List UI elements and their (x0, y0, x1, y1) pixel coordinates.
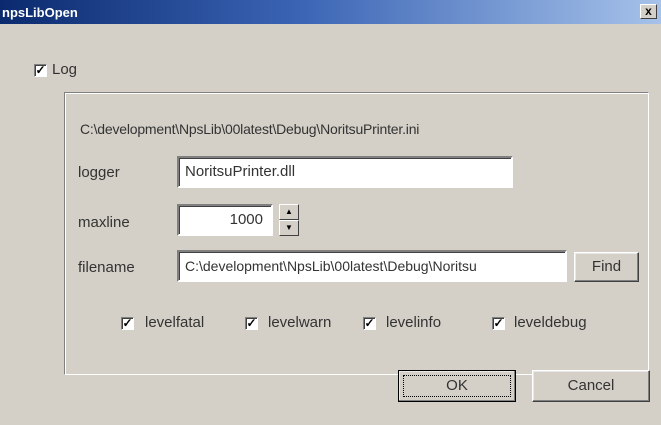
close-icon: x (645, 4, 652, 18)
title-bar: npsLibOpen x (0, 0, 661, 24)
cancel-button[interactable]: Cancel (532, 370, 650, 402)
down-arrow-icon: ▼ (285, 223, 293, 232)
levelinfo-checkbox[interactable]: ✓ (363, 317, 376, 330)
check-icon: ✓ (493, 316, 504, 330)
filename-label: filename (78, 259, 135, 276)
levelinfo-label: levelinfo (386, 314, 442, 331)
logger-label: logger (78, 164, 120, 181)
levelfatal-label: levelfatal (145, 314, 205, 331)
levelwarn-label: levelwarn (268, 314, 332, 331)
log-label: Log (52, 61, 78, 78)
check-icon: ✓ (122, 316, 133, 330)
maxline-field[interactable]: 1000 (177, 204, 273, 236)
levelwarn-checkbox[interactable]: ✓ (245, 317, 258, 330)
spin-down-button[interactable]: ▼ (279, 220, 299, 236)
find-button[interactable]: Find (574, 252, 639, 282)
check-icon: ✓ (364, 316, 375, 330)
dialog-body: ✓ Log C:\development\NpsLib\00latest\Deb… (0, 24, 661, 425)
window-title: npsLibOpen (2, 4, 78, 20)
focus-ring (403, 375, 511, 397)
maxline-label: maxline (78, 214, 130, 231)
spin-up-button[interactable]: ▲ (279, 204, 299, 220)
leveldebug-label: leveldebug (514, 314, 587, 331)
log-checkbox[interactable]: ✓ (34, 64, 47, 77)
logger-field[interactable]: NoritsuPrinter.dll (177, 156, 513, 188)
levelfatal-checkbox[interactable]: ✓ (121, 317, 134, 330)
maxline-spinner[interactable]: ▲ ▼ (279, 204, 299, 236)
ok-button[interactable]: OK (398, 370, 516, 402)
up-arrow-icon: ▲ (285, 207, 293, 216)
check-icon: ✓ (246, 316, 257, 330)
filename-field[interactable]: C:\development\NpsLib\00latest\Debug\Nor… (177, 250, 567, 282)
close-button[interactable]: x (640, 4, 657, 19)
ini-path-text: C:\development\NpsLib\00latest\Debug\Nor… (80, 121, 420, 137)
leveldebug-checkbox[interactable]: ✓ (492, 317, 505, 330)
check-icon: ✓ (35, 63, 46, 77)
